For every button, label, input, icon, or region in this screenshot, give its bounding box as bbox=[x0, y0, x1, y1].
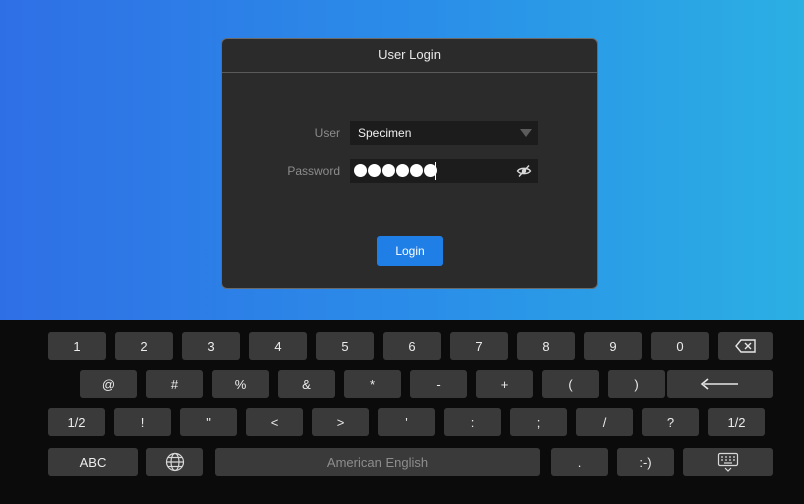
key-dot[interactable]: . bbox=[551, 448, 608, 476]
key-6[interactable]: 6 bbox=[383, 332, 441, 360]
key-c60[interactable]: < bbox=[246, 408, 303, 436]
key-c37[interactable]: % bbox=[212, 370, 269, 398]
key-c58[interactable]: : bbox=[444, 408, 501, 436]
password-mask bbox=[354, 164, 437, 178]
dialog-title: User Login bbox=[222, 39, 597, 73]
user-select[interactable]: Specimen bbox=[350, 121, 538, 145]
key-c35[interactable]: # bbox=[146, 370, 203, 398]
password-label: Password bbox=[287, 164, 340, 178]
abc-key[interactable]: ABC bbox=[48, 448, 138, 476]
key-c33[interactable]: ! bbox=[114, 408, 171, 436]
key-1[interactable]: 1 bbox=[48, 332, 106, 360]
key-c39[interactable]: ' bbox=[378, 408, 435, 436]
on-screen-keyboard: 1 2 3 4 5 6 7 8 9 0 @ #% & * - + () 1/2! " < > ':; /? 1/2 ABC Ame… bbox=[0, 320, 804, 504]
key-0[interactable]: 0 bbox=[651, 332, 709, 360]
key-c34[interactable]: " bbox=[180, 408, 237, 436]
key-half-10[interactable]: 1/2 bbox=[708, 408, 765, 436]
key-c64[interactable]: @ bbox=[80, 370, 137, 398]
key-8[interactable]: 8 bbox=[517, 332, 575, 360]
backspace-key[interactable] bbox=[718, 332, 773, 360]
enter-icon bbox=[700, 378, 738, 390]
key-2[interactable]: 2 bbox=[115, 332, 173, 360]
key-half-0[interactable]: 1/2 bbox=[48, 408, 105, 436]
key-c47[interactable]: / bbox=[576, 408, 633, 436]
key-c43[interactable]: + bbox=[476, 370, 533, 398]
key-c63[interactable]: ? bbox=[642, 408, 699, 436]
text-caret bbox=[435, 162, 436, 180]
key-9[interactable]: 9 bbox=[584, 332, 642, 360]
globe-icon bbox=[165, 452, 184, 472]
key-c38[interactable]: & bbox=[278, 370, 335, 398]
password-dot bbox=[396, 164, 409, 177]
key-4[interactable]: 4 bbox=[249, 332, 307, 360]
password-dot bbox=[410, 164, 423, 177]
language-key[interactable] bbox=[146, 448, 203, 476]
eye-off-icon[interactable] bbox=[516, 163, 532, 179]
password-dot bbox=[382, 164, 395, 177]
key-c41[interactable]: ) bbox=[608, 370, 665, 398]
keyboard-hide-icon bbox=[717, 452, 739, 472]
user-label: User bbox=[314, 126, 340, 140]
password-row: Password bbox=[222, 159, 597, 183]
hide-keyboard-key[interactable] bbox=[683, 448, 773, 476]
enter-key[interactable] bbox=[667, 370, 773, 398]
backspace-icon bbox=[734, 339, 756, 353]
password-input[interactable] bbox=[350, 159, 538, 183]
key-5[interactable]: 5 bbox=[316, 332, 374, 360]
key-3[interactable]: 3 bbox=[182, 332, 240, 360]
password-dot bbox=[354, 164, 367, 177]
password-dot bbox=[368, 164, 381, 177]
key-c59[interactable]: ; bbox=[510, 408, 567, 436]
key-c40[interactable]: ( bbox=[542, 370, 599, 398]
smiley-key[interactable]: :-) bbox=[617, 448, 674, 476]
key-c42[interactable]: * bbox=[344, 370, 401, 398]
chevron-down-icon[interactable] bbox=[520, 129, 532, 137]
login-dialog: User Login User Specimen Password Login bbox=[221, 38, 598, 289]
background-gradient: User Login User Specimen Password Login bbox=[0, 0, 804, 320]
key-c62[interactable]: > bbox=[312, 408, 369, 436]
user-select-value: Specimen bbox=[358, 126, 412, 140]
key-c45[interactable]: - bbox=[410, 370, 467, 398]
login-button[interactable]: Login bbox=[377, 236, 443, 266]
user-row: User Specimen bbox=[222, 121, 597, 145]
space-key[interactable]: American English bbox=[215, 448, 540, 476]
key-7[interactable]: 7 bbox=[450, 332, 508, 360]
